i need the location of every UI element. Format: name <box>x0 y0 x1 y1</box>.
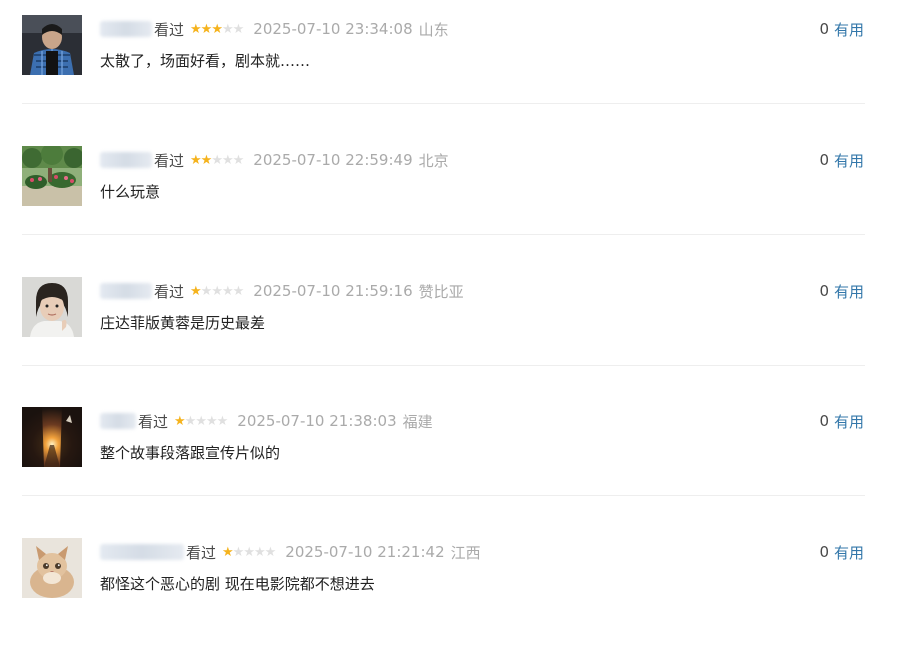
divider <box>22 495 865 496</box>
useful-button[interactable]: 有用 <box>834 19 864 40</box>
star-icon: ★ <box>221 152 234 168</box>
username-blurred[interactable] <box>100 150 152 170</box>
star-rating: ★ ★ ★ ★ ★ <box>222 544 277 560</box>
vote-count: 0 <box>819 151 829 169</box>
comment-time: 2025-07-10 22:59:49 <box>253 151 413 169</box>
watch-status: 看过 <box>154 282 185 301</box>
comment-meta: 看过 ★ ★ ★ ★ ★ 2025-07-10 22:59:49 北京 <box>100 148 449 172</box>
avatar[interactable] <box>22 277 82 337</box>
star-rating: ★ ★ ★ ★ ★ <box>190 152 245 168</box>
comment-location: 福建 <box>402 412 433 431</box>
comment-location: 山东 <box>418 20 449 39</box>
comment-location: 赞比亚 <box>418 282 464 301</box>
star-icon: ★ <box>216 413 229 429</box>
useful-button[interactable]: 有用 <box>834 411 864 432</box>
watch-status: 看过 <box>154 20 185 39</box>
comment-text: 什么玩意 <box>100 183 161 201</box>
comment-meta: 看过 ★ ★ ★ ★ ★ 2025-07-10 21:59:16 赞比亚 <box>100 279 464 303</box>
comment-time: 2025-07-10 21:21:42 <box>285 543 445 561</box>
useful-button[interactable]: 有用 <box>834 150 864 171</box>
comment-location: 北京 <box>418 151 449 170</box>
star-icon: ★ <box>232 152 245 168</box>
vote-area: 0 有用 <box>819 279 864 303</box>
vote-count: 0 <box>819 282 829 300</box>
comment-location: 江西 <box>450 543 481 562</box>
star-icon: ★ <box>221 21 234 37</box>
watch-status: 看过 <box>154 151 185 170</box>
divider <box>22 365 865 366</box>
comment-item: 看过 ★ ★ ★ ★ ★ 2025-07-10 23:34:08 山东 0 有用 太散了… <box>0 0 904 131</box>
star-icon: ★ <box>253 544 266 560</box>
vote-area: 0 有用 <box>819 409 864 433</box>
comment-text: 整个故事段落跟宣传片似的 <box>100 444 281 462</box>
person-avatar-icon <box>22 15 82 75</box>
comment-time: 2025-07-10 21:38:03 <box>237 412 397 430</box>
star-icon: ★ <box>190 283 202 299</box>
vote-count: 0 <box>819 543 829 561</box>
comment-time: 2025-07-10 21:59:16 <box>253 282 413 300</box>
comment-meta: 看过 ★ ★ ★ ★ ★ 2025-07-10 21:38:03 福建 <box>100 409 433 433</box>
divider <box>22 103 865 104</box>
vote-area: 0 有用 <box>819 540 864 564</box>
star-rating: ★ ★ ★ ★ ★ <box>174 413 229 429</box>
star-icon: ★ <box>264 544 277 560</box>
star-icon: ★ <box>211 152 223 168</box>
star-icon: ★ <box>232 283 245 299</box>
avatar[interactable] <box>22 407 82 467</box>
star-icon: ★ <box>243 544 255 560</box>
sunset-avatar-icon <box>22 407 82 467</box>
portrait-avatar-icon <box>22 277 82 337</box>
star-icon: ★ <box>200 283 213 299</box>
star-rating: ★ ★ ★ ★ ★ <box>190 283 245 299</box>
comment-meta: 看过 ★ ★ ★ ★ ★ 2025-07-10 23:34:08 山东 <box>100 17 449 41</box>
avatar[interactable] <box>22 146 82 206</box>
kitten-avatar-icon <box>22 538 82 598</box>
star-icon: ★ <box>221 283 234 299</box>
username-blurred[interactable] <box>100 19 152 39</box>
vote-count: 0 <box>819 412 829 430</box>
comment-meta: 看过 ★ ★ ★ ★ ★ 2025-07-10 21:21:42 江西 <box>100 540 481 564</box>
star-icon: ★ <box>211 283 223 299</box>
username-blurred[interactable] <box>100 281 152 301</box>
star-icon: ★ <box>190 152 202 168</box>
avatar[interactable] <box>22 538 82 598</box>
comment-item: 看过 ★ ★ ★ ★ ★ 2025-07-10 22:59:49 北京 0 有用 什么玩… <box>0 131 904 262</box>
comment-time: 2025-07-10 23:34:08 <box>253 20 413 38</box>
star-icon: ★ <box>222 544 234 560</box>
star-icon: ★ <box>200 21 213 37</box>
comment-item: 看过 ★ ★ ★ ★ ★ 2025-07-10 21:38:03 福建 0 有用 整个故… <box>0 392 904 523</box>
star-rating: ★ ★ ★ ★ ★ <box>190 21 245 37</box>
star-icon: ★ <box>211 21 223 37</box>
username-blurred[interactable] <box>100 542 184 562</box>
comment-item: 看过 ★ ★ ★ ★ ★ 2025-07-10 21:21:42 江西 0 有用 都怪这… <box>0 523 904 654</box>
comment-text: 太散了，场面好看，剧本就…… <box>100 52 311 70</box>
comment-text: 都怪这个恶心的剧 现在电影院都不想进去 <box>100 575 375 593</box>
watch-status: 看过 <box>138 412 169 431</box>
username-blurred[interactable] <box>100 411 136 431</box>
comment-text: 庄达菲版黄蓉是历史最差 <box>100 314 266 332</box>
useful-button[interactable]: 有用 <box>834 542 864 563</box>
star-icon: ★ <box>232 21 245 37</box>
avatar[interactable] <box>22 15 82 75</box>
useful-button[interactable]: 有用 <box>834 281 864 302</box>
comment-item: 看过 ★ ★ ★ ★ ★ 2025-07-10 21:59:16 赞比亚 0 有用 庄达… <box>0 262 904 393</box>
star-icon: ★ <box>184 413 197 429</box>
vote-area: 0 有用 <box>819 148 864 172</box>
star-icon: ★ <box>232 544 245 560</box>
vote-area: 0 有用 <box>819 17 864 41</box>
star-icon: ★ <box>190 21 202 37</box>
watch-status: 看过 <box>186 543 217 562</box>
vote-count: 0 <box>819 20 829 38</box>
star-icon: ★ <box>205 413 218 429</box>
star-icon: ★ <box>195 413 207 429</box>
star-icon: ★ <box>200 152 213 168</box>
star-icon: ★ <box>174 413 186 429</box>
divider <box>22 234 865 235</box>
garden-avatar-icon <box>22 146 82 206</box>
